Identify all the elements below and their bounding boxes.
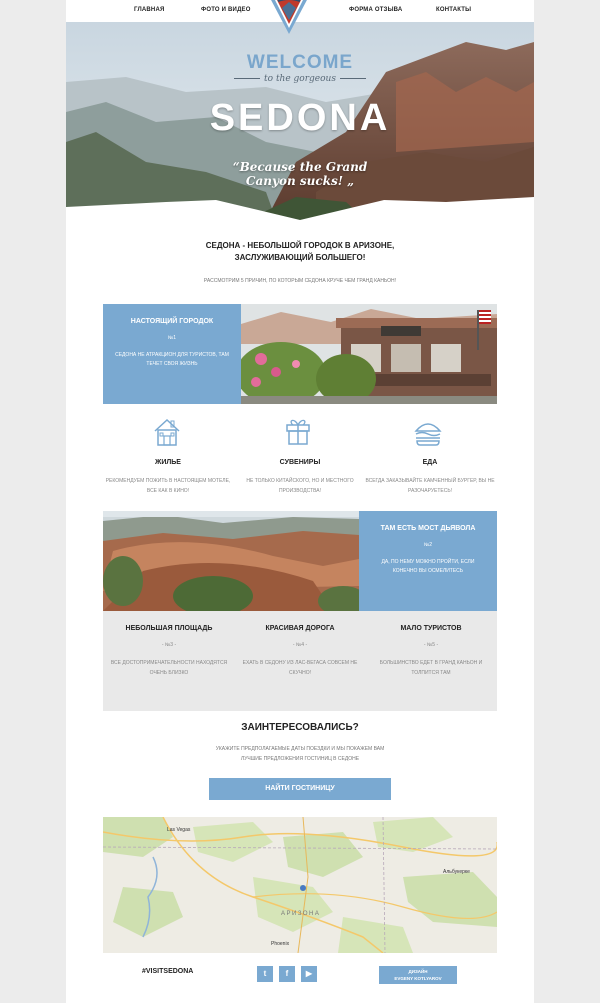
twitter-icon[interactable]: t (257, 966, 273, 982)
burger-icon (414, 423, 442, 446)
nav-contacts-link[interactable]: КОНТАКТЫ (436, 7, 471, 13)
feature-souvenirs-text: НЕ ТОЛЬКО КИТАЙСКОГО, НО И МЕСТНОГО ПРОИ… (246, 478, 354, 494)
map-label-las-vegas: Las Vegas (167, 827, 191, 833)
house-icon (154, 418, 180, 446)
reason-3-text: ВСЕ ДОСТОПРИМЕЧАТЕЛЬНОСТИ НАХОДЯТСЯ ОЧЕН… (110, 660, 228, 676)
reason-4-number: - №4 - (292, 642, 308, 648)
devils-bridge-image (103, 511, 359, 611)
nav-photo-link[interactable]: ФОТО И ВИДЕО (201, 7, 251, 13)
reason-5-title: МАЛО ТУРИСТОВ (400, 625, 462, 632)
cta-text: УКАЖИТЕ ПРЕДПОЛАГАЕМЫЕ ДАТЫ ПОЕЗДКИ И МЫ… (215, 746, 385, 762)
reason-3: НЕБОЛЬШАЯ ПЛОЩАДЬ - №3 - ВСЕ ДОСТОПРИМЕЧ… (109, 625, 229, 678)
reason-2-text: ДА, ПО НЕМУ МОЖНО ПРОЙТИ, ЕСЛИ КОНЕЧНО В… (381, 559, 475, 574)
reason-4-text: ЕХАТЬ В СЕДОНУ ИЗ ЛАС-ВЕГАСА СОВСЕМ НЕ С… (242, 660, 358, 676)
credit-name: EVGENY KOTLYAROV (394, 976, 442, 981)
facebook-icon[interactable]: f (279, 966, 295, 982)
intro-subtitle: РАССМОТРИМ 5 ПРИЧИН, ПО КОТОРЫМ СЕДОНА К… (203, 278, 397, 284)
feature-housing: ЖИЛЬЕ РЕКОМЕНДУЕМ ПОЖИТЬ В НАСТОЯЩЕМ МОТ… (103, 459, 233, 496)
reason-4: КРАСИВАЯ ДОРОГА - №4 - ЕХАТЬ В СЕДОНУ ИЗ… (240, 625, 360, 678)
reason-1-text: СЕДОНА НЕ АТРАКЦИОН ДЛЯ ТУРИСТОВ, ТАМ ТЕ… (115, 352, 229, 367)
feature-housing-text: РЕКОМЕНДУЕМ ПОЖИТЬ В НАСТОЯЩЕМ МОТЕЛЕ, В… (105, 478, 231, 494)
reason-3-number: - №3 - (161, 642, 177, 648)
reason-4-title: КРАСИВАЯ ДОРОГА (265, 625, 335, 632)
youtube-icon[interactable]: ▶ (301, 966, 317, 982)
town-street-image (241, 304, 497, 404)
reason-1-title: НАСТОЯЩИЙ ГОРОДОК (130, 318, 214, 325)
find-hotel-button[interactable]: НАЙТИ ГОСТИНИЦУ (209, 778, 391, 800)
feature-food: ЕДА ВСЕГДА ЗАКАЗЫВАЙТЕ КАМЧЕННЫЙ БУРГЕР,… (365, 459, 495, 496)
reason-2-box: ТАМ ЕСТЬ МОСТ ДЬЯВОЛА №2 ДА, ПО НЕМУ МОЖ… (359, 511, 497, 611)
nav-feedback-link[interactable]: ФОРМА ОТЗЫВА (349, 7, 402, 13)
page: ГЛАВНАЯ ФОТО И ВИДЕО ФОРМА ОТЗЫВА КОНТАК… (66, 0, 534, 1003)
designer-credit[interactable]: ДИЗАЙН EVGENY KOTLYAROV (379, 966, 457, 984)
reason-3-title: НЕБОЛЬШАЯ ПЛОЩАДЬ (125, 625, 213, 632)
intro-title: СЕДОНА - НЕБОЛЬШОЙ ГОРОДОК В АРИЗОНЕ, ЗА… (205, 241, 395, 262)
city-logo[interactable] (268, 0, 310, 36)
hero-title: SEDONA (209, 97, 391, 139)
reason-5-text: БОЛЬШИНСТВО ЕДЕТ В ГРАНД КАНЬОН И ТОЛПИТ… (379, 660, 483, 676)
map-label-albuquerque: Альбукерке (443, 869, 470, 875)
feature-food-text: ВСЕГДА ЗАКАЗЫВАЙТЕ КАМЧЕННЫЙ БУРГЕР, ВЫ … (365, 478, 495, 494)
feature-housing-title: ЖИЛЬЕ (155, 459, 181, 466)
hero-subtitle: to the gorgeous (66, 74, 534, 84)
hero-quote: “Because the Grand Canyon sucks! „ (232, 160, 368, 188)
reason-2-title: ТАМ ЕСТЬ МОСТ ДЬЯВОЛА (380, 525, 476, 532)
reason-1-box: НАСТОЯЩИЙ ГОРОДОК №1 СЕДОНА НЕ АТРАКЦИОН… (103, 304, 241, 404)
reason-2-number: №2 (423, 542, 433, 548)
reason-5-number: - №5 - (423, 642, 439, 648)
feature-souvenirs: СУВЕНИРЫ НЕ ТОЛЬКО КИТАЙСКОГО, НО И МЕСТ… (235, 459, 365, 496)
cta-title: ЗАИНТЕРЕСОВАЛИСЬ? (241, 722, 359, 733)
reason-1-number: №1 (167, 335, 177, 341)
reasons-panel: НЕБОЛЬШАЯ ПЛОЩАДЬ - №3 - ВСЕ ДОСТОПРИМЕЧ… (103, 611, 497, 711)
feature-food-title: ЕДА (422, 459, 438, 466)
map-label-phoenix: Phoenix (271, 941, 290, 947)
gift-icon (286, 419, 310, 445)
reason-5: МАЛО ТУРИСТОВ - №5 - БОЛЬШИНСТВО ЕДЕТ В … (371, 625, 491, 678)
nav-home-link[interactable]: ГЛАВНАЯ (134, 7, 165, 13)
feature-souvenirs-title: СУВЕНИРЫ (279, 459, 321, 466)
hero-banner: WELCOME to the gorgeous SEDONA “Because … (66, 22, 534, 220)
hero-welcome: WELCOME (246, 52, 354, 73)
map-label-arizona: АРИЗОНА (281, 911, 320, 917)
credit-label: ДИЗАЙН (408, 969, 428, 974)
map[interactable]: Las Vegas АРИЗОНА Альбукерке Phoenix (103, 817, 497, 953)
arizona-map: Las Vegas АРИЗОНА Альбукерке Phoenix (103, 817, 497, 953)
footer-hashtag: #VISITSEDONA (142, 968, 194, 975)
